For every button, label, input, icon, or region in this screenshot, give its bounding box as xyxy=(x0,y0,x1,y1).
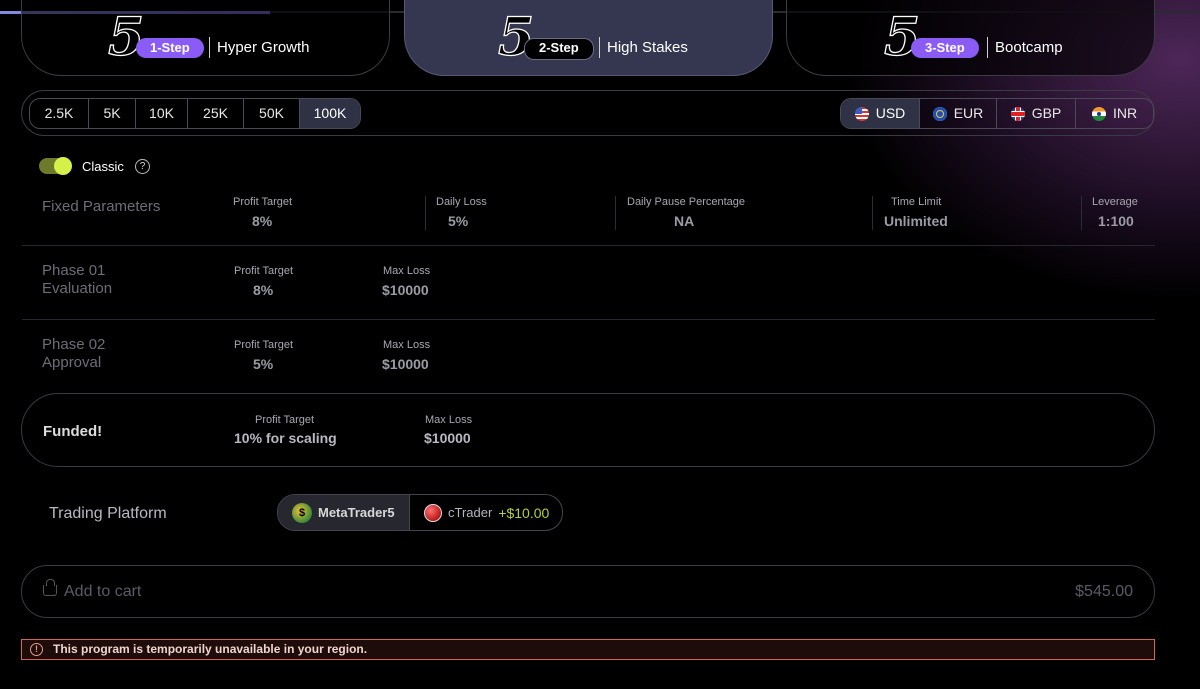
currency-gbp[interactable]: GBP xyxy=(997,99,1076,128)
currency-usd[interactable]: USD xyxy=(841,99,920,128)
currency-inr[interactable]: INR xyxy=(1076,99,1153,128)
phase-02-subtitle: Approval xyxy=(42,354,102,371)
profit-target-value: 5% xyxy=(253,356,274,372)
size-option-5k[interactable]: 5K xyxy=(89,99,136,128)
leverage-value: 1:100 xyxy=(1098,213,1134,229)
size-option-50k[interactable]: 50K xyxy=(244,99,300,128)
size-option-100k[interactable]: 100K xyxy=(300,99,360,128)
uk-flag-icon xyxy=(1010,106,1025,121)
ctrader-icon xyxy=(424,503,442,522)
region-alert-text: This program is temporarily unavailable … xyxy=(53,642,368,656)
add-to-cart-label: Add to cart xyxy=(64,583,142,600)
leverage-label: Leverage xyxy=(1092,196,1138,208)
max-loss-value: $10000 xyxy=(382,356,429,372)
max-loss-label: Max Loss xyxy=(425,414,473,426)
size-option-25k[interactable]: 25K xyxy=(188,99,244,128)
program-card-3-step[interactable]: 5 3-Step Bootcamp xyxy=(786,0,1155,76)
profit-target-label: Profit Target xyxy=(233,196,293,208)
profit-target-value: 8% xyxy=(252,213,273,229)
max-loss-value: $10000 xyxy=(424,430,471,446)
program-card-1-step[interactable]: 5 1-Step Hyper Growth xyxy=(21,0,390,76)
india-flag-icon xyxy=(1091,106,1106,121)
profit-target-label: Profit Target xyxy=(255,414,315,426)
currency-label: EUR xyxy=(953,105,984,121)
currency-label: GBP xyxy=(1031,105,1062,121)
profit-target-label: Profit Target xyxy=(234,339,294,351)
warning-icon: ! xyxy=(30,643,43,656)
program-name: Bootcamp xyxy=(995,39,1063,56)
phase-01-subtitle: Evaluation xyxy=(42,280,113,297)
max-loss-label: Max Loss xyxy=(383,339,431,351)
funded-panel xyxy=(21,393,1155,467)
help-icon[interactable]: ? xyxy=(135,159,150,174)
classic-toggle[interactable] xyxy=(39,157,72,175)
add-to-cart-button[interactable] xyxy=(21,565,1155,618)
trading-platform-label: Trading Platform xyxy=(49,505,167,522)
funded-title: Funded! xyxy=(43,423,103,440)
currency-label: USD xyxy=(875,105,906,121)
platform-name: MetaTrader5 xyxy=(318,505,395,520)
account-size-selector: 2.5K 5K 10K 25K 50K 100K xyxy=(29,98,361,129)
size-option-2-5k[interactable]: 2.5K xyxy=(30,99,89,128)
time-limit-value: Unlimited xyxy=(884,213,948,229)
program-card-2-step[interactable]: 5 2-Step High Stakes xyxy=(404,0,773,76)
phase-02-title: Phase 02 xyxy=(42,336,106,353)
profit-target-value: 10% for scaling xyxy=(234,430,337,446)
cart-icon xyxy=(43,579,57,596)
program-step-badge: 1-Step xyxy=(136,38,204,58)
phase-01-title: Phase 01 xyxy=(42,262,106,279)
platform-metatrader5[interactable]: $ MetaTrader5 xyxy=(278,495,410,530)
daily-loss-value: 5% xyxy=(448,213,469,229)
metatrader-icon: $ xyxy=(292,502,312,523)
program-number: 5 xyxy=(107,7,145,68)
us-flag-icon xyxy=(854,106,869,121)
program-name: Hyper Growth xyxy=(217,39,310,56)
currency-selector: USD EUR GBP INR xyxy=(840,98,1154,129)
platform-ctrader[interactable]: cTrader +$10.00 xyxy=(410,495,562,530)
currency-label: INR xyxy=(1112,105,1138,121)
daily-pause-value: NA xyxy=(674,213,695,229)
platform-name: cTrader xyxy=(448,505,493,520)
profit-target-label: Profit Target xyxy=(234,265,294,277)
max-loss-label: Max Loss xyxy=(383,265,431,277)
fixed-parameters-title: Fixed Parameters xyxy=(42,198,161,215)
time-limit-label: Time Limit xyxy=(891,196,942,208)
program-step-badge: 2-Step xyxy=(524,38,594,60)
profit-target-value: 8% xyxy=(253,282,274,298)
daily-loss-label: Daily Loss xyxy=(436,196,487,208)
platform-addon-price: +$10.00 xyxy=(498,504,550,521)
size-option-10k[interactable]: 10K xyxy=(136,99,188,128)
currency-eur[interactable]: EUR xyxy=(920,99,997,128)
max-loss-value: $10000 xyxy=(382,282,429,298)
cart-price: $545.00 xyxy=(1075,583,1133,600)
program-step-badge: 3-Step xyxy=(911,38,979,58)
program-name: High Stakes xyxy=(607,39,688,56)
eu-flag-icon xyxy=(932,106,947,121)
classic-label: Classic xyxy=(82,159,124,174)
platform-selector: $ MetaTrader5 cTrader +$10.00 xyxy=(277,494,563,531)
daily-pause-label: Daily Pause Percentage xyxy=(627,196,746,208)
